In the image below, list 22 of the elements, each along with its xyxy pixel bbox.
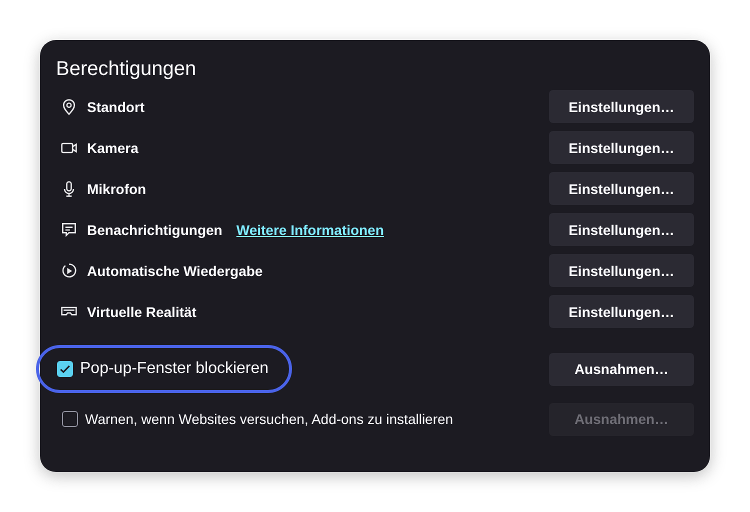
section-title: Berechtigungen: [56, 57, 198, 82]
permission-label: Mikrofon: [87, 180, 146, 196]
permission-label: Virtuelle Realität: [87, 304, 196, 320]
permission-label: Benachrichtigungen: [87, 222, 222, 238]
more-info-link[interactable]: Weitere Informationen: [236, 222, 384, 238]
permission-label: Kamera: [87, 140, 138, 156]
settings-button[interactable]: Einstellungen…: [549, 172, 694, 205]
checkbox-label: Warnen, wenn Websites versuchen, Add-ons zu installieren: [85, 411, 454, 427]
permission-label: Automatische Wiedergabe: [87, 262, 263, 278]
permission-label: Standort: [87, 98, 145, 114]
speech-bubble-icon: [60, 220, 78, 238]
checkbox[interactable]: [62, 411, 78, 427]
settings-button[interactable]: Einstellungen…: [549, 254, 694, 287]
checkbox[interactable]: [57, 361, 73, 377]
settings-button[interactable]: Einstellungen…: [549, 131, 694, 164]
settings-button[interactable]: Einstellungen…: [549, 90, 694, 123]
play-circle-icon: [60, 262, 78, 280]
settings-button[interactable]: Einstellungen…: [549, 213, 694, 246]
exceptions-button[interactable]: Ausnahmen…: [549, 352, 694, 386]
settings-button[interactable]: Einstellungen…: [549, 295, 694, 328]
location-pin-icon: [60, 98, 78, 116]
checkbox-label: Pop-up-Fenster blockieren: [80, 360, 269, 378]
